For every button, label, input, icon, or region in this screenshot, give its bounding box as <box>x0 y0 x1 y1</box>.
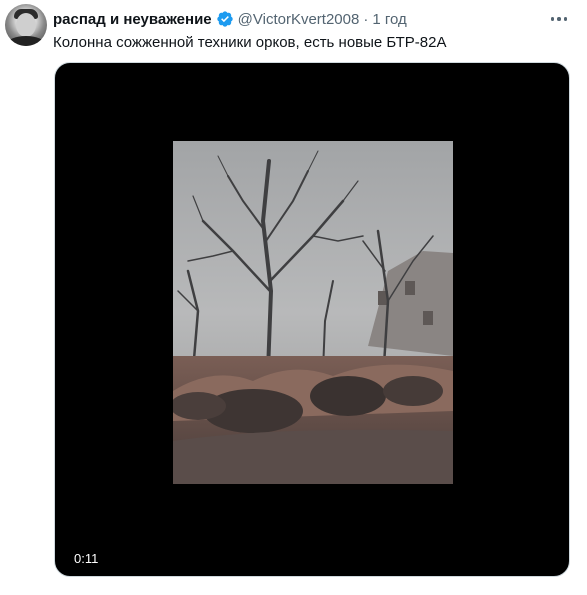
verified-badge-icon <box>216 10 234 28</box>
tweet-timestamp[interactable]: 1 год <box>372 11 406 28</box>
more-options-icon[interactable] <box>548 8 570 30</box>
video-player[interactable]: 0:11 <box>54 62 570 577</box>
more-dot <box>550 17 555 21</box>
tweet-header: распад и неуважение @VictorKvert2008 · 1… <box>53 9 407 29</box>
tweet-text: Колонна сожженной техники орков, есть но… <box>53 34 447 51</box>
more-dot <box>557 17 561 21</box>
tweet[interactable]: распад и неуважение @VictorKvert2008 · 1… <box>0 0 587 595</box>
avatar-face <box>16 13 36 37</box>
author-handle[interactable]: @VictorKvert2008 <box>238 11 360 28</box>
author-name[interactable]: распад и неуважение <box>53 11 212 28</box>
video-duration: 0:11 <box>74 551 99 566</box>
author-avatar[interactable] <box>5 4 47 46</box>
more-dot <box>563 17 568 21</box>
avatar-shoulders <box>7 36 45 46</box>
video-frame[interactable] <box>173 141 453 484</box>
video-still-image <box>173 141 453 484</box>
separator-dot: · <box>363 10 369 28</box>
